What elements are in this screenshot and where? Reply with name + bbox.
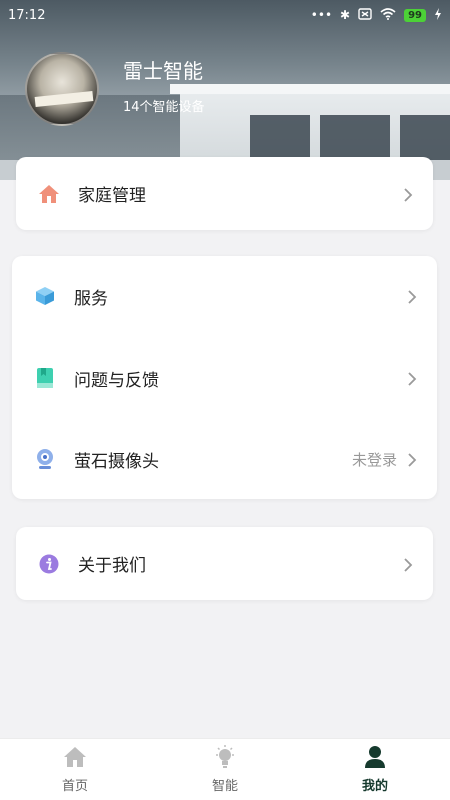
menu-item-label: 关于我们	[78, 556, 146, 576]
house-icon	[63, 745, 87, 769]
device-count: 14个智能设备	[123, 100, 205, 115]
home-management-card: 家庭管理	[16, 157, 433, 230]
menu-item-home-management[interactable]: 家庭管理	[16, 157, 433, 230]
book-icon	[34, 367, 56, 389]
tab-label: 首页	[61, 779, 88, 794]
camera-icon	[34, 448, 56, 470]
tab-label: 我的	[361, 779, 388, 794]
notification-dots-icon: •••	[310, 8, 333, 22]
user-name: 雷士智能	[123, 59, 203, 83]
login-status-text: 未登录	[351, 450, 397, 469]
box-icon	[34, 285, 56, 307]
tab-mine[interactable]: 我的	[300, 739, 450, 800]
menu-item-about-us[interactable]: 关于我们	[16, 527, 433, 600]
wifi-icon	[380, 7, 396, 23]
charging-icon	[434, 7, 442, 23]
chevron-right-icon	[405, 289, 419, 304]
chevron-right-icon	[405, 371, 419, 386]
menu-item-feedback[interactable]: 问题与反馈	[12, 338, 437, 418]
services-card: 服务 问题与反馈 萤石摄像头 未登录	[12, 256, 437, 499]
chevron-right-icon	[401, 187, 415, 202]
home-icon	[38, 183, 60, 205]
battery-indicator: 99	[404, 8, 426, 22]
bottom-tab-bar: 首页 智能 我的	[0, 738, 450, 800]
status-bar: 17:12 ••• ✱ 99	[0, 0, 450, 30]
menu-item-label: 萤石摄像头	[74, 451, 159, 472]
person-icon	[363, 745, 387, 769]
menu-item-label: 服务	[74, 288, 108, 309]
menu-item-ezviz-camera[interactable]: 萤石摄像头 未登录	[12, 419, 437, 499]
menu-item-label: 家庭管理	[78, 186, 146, 206]
menu-item-services[interactable]: 服务	[12, 256, 437, 336]
about-card: 关于我们	[16, 527, 433, 600]
chevron-right-icon	[405, 452, 419, 467]
avatar[interactable]	[25, 52, 99, 126]
status-time: 17:12	[8, 7, 46, 23]
sim-icon	[358, 7, 372, 23]
chevron-right-icon	[401, 557, 415, 572]
tab-home[interactable]: 首页	[0, 739, 150, 800]
menu-item-label: 问题与反馈	[74, 370, 159, 391]
bulb-icon	[213, 745, 237, 769]
tab-smart[interactable]: 智能	[150, 739, 300, 800]
bluetooth-icon: ✱	[340, 8, 351, 22]
info-icon	[38, 553, 60, 575]
tab-label: 智能	[211, 779, 238, 794]
